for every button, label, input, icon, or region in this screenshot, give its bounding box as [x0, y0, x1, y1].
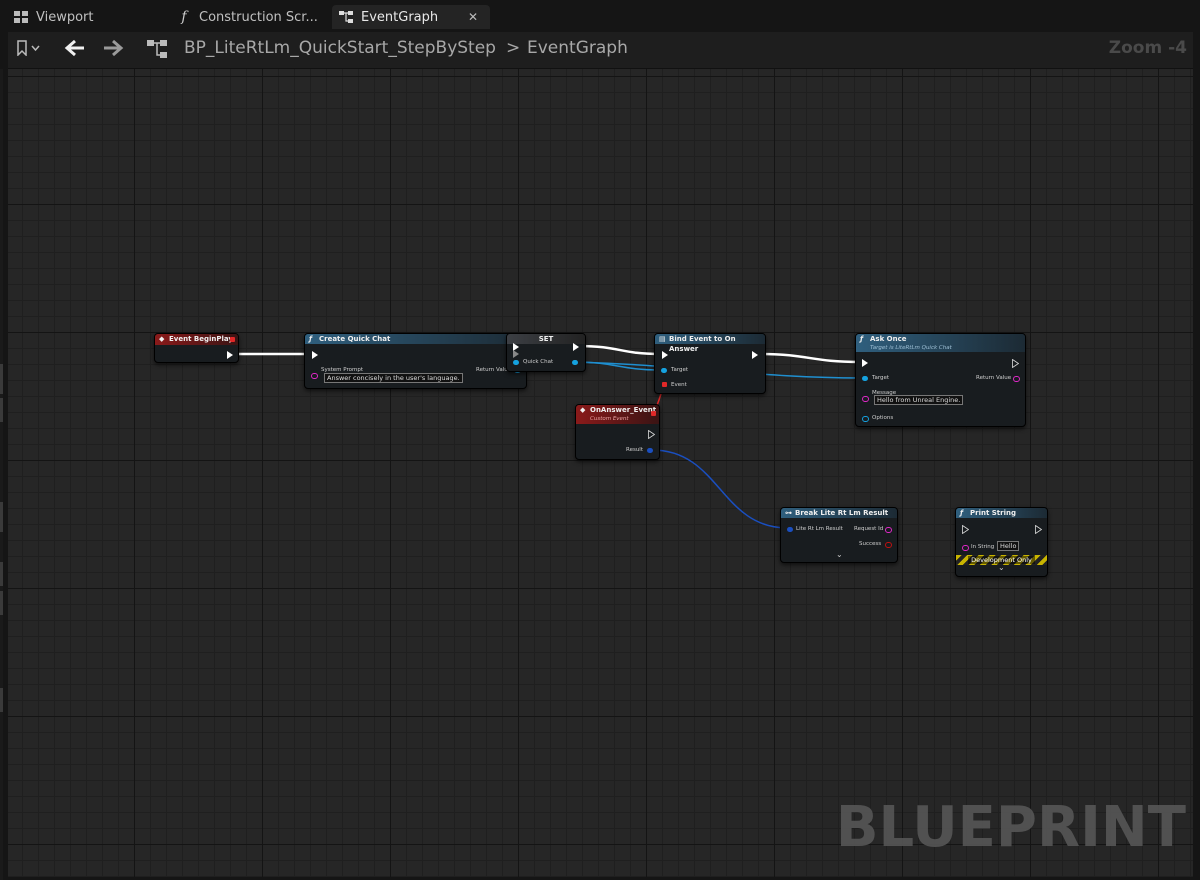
- pin-label: Event: [671, 382, 687, 388]
- pin-label: Target: [671, 367, 689, 373]
- exec-in-pin[interactable]: [662, 351, 668, 359]
- node-title: Break Lite Rt Lm Result: [795, 509, 889, 517]
- node-title: SET: [538, 335, 554, 343]
- pin-label: Return Value: [976, 375, 1012, 381]
- node-title: Event BeginPlay: [169, 335, 233, 343]
- pin-label: Request Id: [854, 526, 884, 532]
- pin-label: Lite Rt Lm Result: [796, 526, 843, 532]
- system-prompt-field[interactable]: Answer concisely in the user's language.: [324, 373, 463, 383]
- node-title: Print String: [970, 509, 1016, 517]
- break-icon: ⊶: [785, 509, 792, 517]
- exec-out-pin[interactable]: [573, 343, 579, 351]
- exec-in-pin[interactable]: [862, 359, 868, 367]
- delegate-pin[interactable]: [230, 337, 235, 342]
- node-ask-once[interactable]: ƒ Ask Once Target is LiteRtLm Quick Chat…: [855, 333, 1026, 427]
- message-field[interactable]: Hello from Unreal Engine.: [874, 395, 964, 405]
- event-pin[interactable]: [662, 382, 667, 387]
- struct-wire: [651, 449, 789, 529]
- exec-in-pin[interactable]: [962, 524, 970, 535]
- target-pin[interactable]: [661, 368, 667, 373]
- string-out-pin[interactable]: [885, 527, 892, 533]
- bool-out-pin[interactable]: [885, 542, 892, 548]
- node-bind-event[interactable]: ▤ Bind Event to On Answer Target Event: [654, 333, 766, 394]
- event-icon: ◆: [159, 335, 165, 343]
- exec-wire: [757, 352, 861, 364]
- instring-field[interactable]: Hello: [997, 541, 1020, 551]
- node-event-beginplay[interactable]: ◆ Event BeginPlay: [154, 333, 239, 363]
- node-subtitle: Custom Event: [590, 416, 629, 422]
- event-icon: ◆: [580, 406, 586, 414]
- node-set[interactable]: SET Quick Chat: [506, 333, 586, 372]
- node-on-answer-event[interactable]: ◆ OnAnswer_Event Custom Event Result: [575, 404, 660, 460]
- string-pin[interactable]: [311, 373, 318, 379]
- pin-label: Target: [872, 375, 890, 381]
- function-icon: ƒ: [860, 335, 864, 343]
- object-in-pin[interactable]: [513, 360, 519, 365]
- bind-icon: ▤: [659, 335, 666, 343]
- delegate-pin[interactable]: [651, 411, 656, 416]
- node-title: Bind Event to On Answer: [669, 335, 736, 353]
- exec-out-pin[interactable]: [648, 429, 656, 440]
- options-pin[interactable]: [862, 416, 869, 422]
- node-title: Ask Once: [870, 335, 907, 343]
- struct-out-pin[interactable]: [647, 448, 653, 453]
- node-title: Create Quick Chat: [319, 335, 391, 343]
- blueprint-watermark: BLUEPRINT: [835, 795, 1186, 860]
- pin-label: Options: [872, 415, 894, 421]
- string-pin[interactable]: [962, 545, 969, 551]
- exec-in-pin[interactable]: [312, 351, 318, 359]
- exec-pin[interactable]: [513, 350, 519, 358]
- exec-out-pin[interactable]: [227, 351, 233, 359]
- chevron-down-icon[interactable]: ⌄: [998, 563, 1005, 572]
- pin-label: Result: [626, 447, 643, 453]
- node-break-result[interactable]: ⊶ Break Lite Rt Lm Result Lite Rt Lm Res…: [780, 507, 898, 563]
- string-out-pin[interactable]: [1013, 376, 1020, 382]
- function-icon: ƒ: [960, 509, 964, 517]
- exec-wire: [577, 344, 661, 356]
- node-print-string[interactable]: ƒ Print String In String Hello Developme…: [955, 507, 1048, 577]
- node-title: OnAnswer_Event: [590, 406, 657, 414]
- pin-label: In String: [971, 544, 995, 550]
- string-pin[interactable]: [862, 396, 869, 402]
- node-create-quick-chat[interactable]: ƒ Create Quick Chat System Prompt Answer…: [304, 333, 527, 389]
- exec-out-pin[interactable]: [752, 351, 758, 359]
- struct-in-pin[interactable]: [787, 527, 793, 532]
- target-pin[interactable]: [862, 376, 868, 381]
- node-subtitle: Target is LiteRtLm Quick Chat: [870, 345, 952, 351]
- pin-label: Quick Chat: [523, 359, 554, 365]
- chevron-down-icon[interactable]: ⌄: [836, 550, 843, 559]
- exec-out-pin[interactable]: [1035, 524, 1043, 535]
- pin-label: Success: [859, 541, 882, 547]
- exec-out-pin[interactable]: [1012, 358, 1020, 369]
- function-icon: ƒ: [309, 335, 313, 343]
- object-out-pin[interactable]: [572, 360, 578, 365]
